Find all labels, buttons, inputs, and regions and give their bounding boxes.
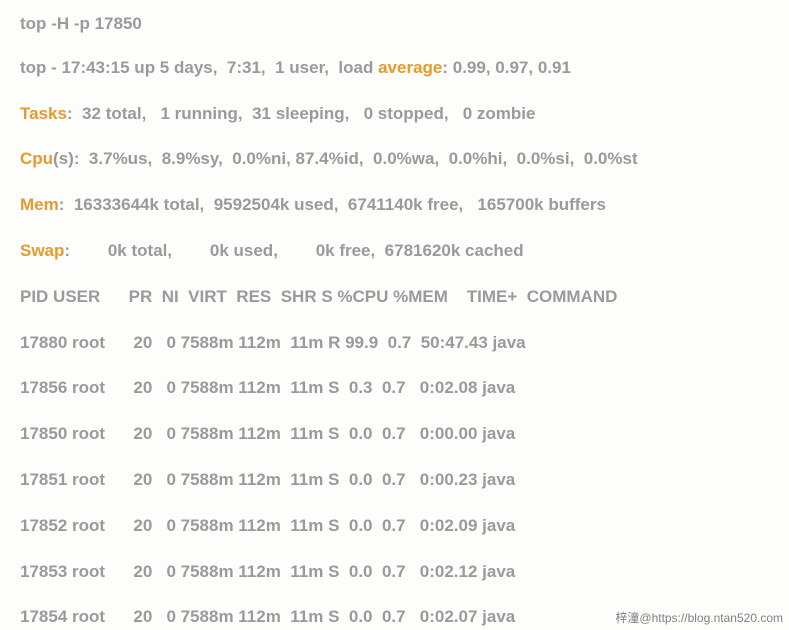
watermark-text: 梓潼@https://blog.ntan520.com (615, 609, 783, 626)
mem-values: : 16333644k total, 9592504k used, 674114… (59, 195, 606, 214)
swap-line: Swap: 0k total, 0k used, 0k free, 678162… (20, 239, 769, 263)
table-row: 17853 root 20 0 7588m 112m 11m S 0.0 0.7… (20, 560, 769, 584)
tasks-line: Tasks: 32 total, 1 running, 31 sleeping,… (20, 102, 769, 126)
uptime-line: top - 17:43:15 up 5 days, 7:31, 1 user, … (20, 56, 769, 80)
cpu-label: Cpu (20, 149, 53, 168)
table-row: 17852 root 20 0 7588m 112m 11m S 0.0 0.7… (20, 514, 769, 538)
tasks-values: : 32 total, 1 running, 31 sleeping, 0 st… (67, 104, 536, 123)
tasks-label: Tasks (20, 104, 67, 123)
cpu-values: (s): 3.7%us, 8.9%sy, 0.0%ni, 87.4%id, 0.… (53, 149, 638, 168)
table-row: 17850 root 20 0 7588m 112m 11m S 0.0 0.7… (20, 422, 769, 446)
terminal-output: top -H -p 17850 top - 17:43:15 up 5 days… (0, 0, 789, 629)
mem-label: Mem (20, 195, 59, 214)
column-header: PID USER PR NI VIRT RES SHR S %CPU %MEM … (20, 285, 769, 309)
uptime-prefix: top - 17:43:15 up 5 days, 7:31, 1 user, … (20, 58, 378, 77)
command-line: top -H -p 17850 (20, 12, 769, 36)
table-row: 17856 root 20 0 7588m 112m 11m S 0.3 0.7… (20, 376, 769, 400)
swap-values: : 0k total, 0k used, 0k free, 6781620k c… (64, 241, 523, 260)
swap-label: Swap (20, 241, 64, 260)
table-row: 17851 root 20 0 7588m 112m 11m S 0.0 0.7… (20, 468, 769, 492)
mem-line: Mem: 16333644k total, 9592504k used, 674… (20, 193, 769, 217)
average-label: average (378, 58, 442, 77)
cpu-line: Cpu(s): 3.7%us, 8.9%sy, 0.0%ni, 87.4%id,… (20, 147, 769, 171)
load-values: : 0.99, 0.97, 0.91 (442, 58, 571, 77)
table-row: 17880 root 20 0 7588m 112m 11m R 99.9 0.… (20, 331, 769, 355)
